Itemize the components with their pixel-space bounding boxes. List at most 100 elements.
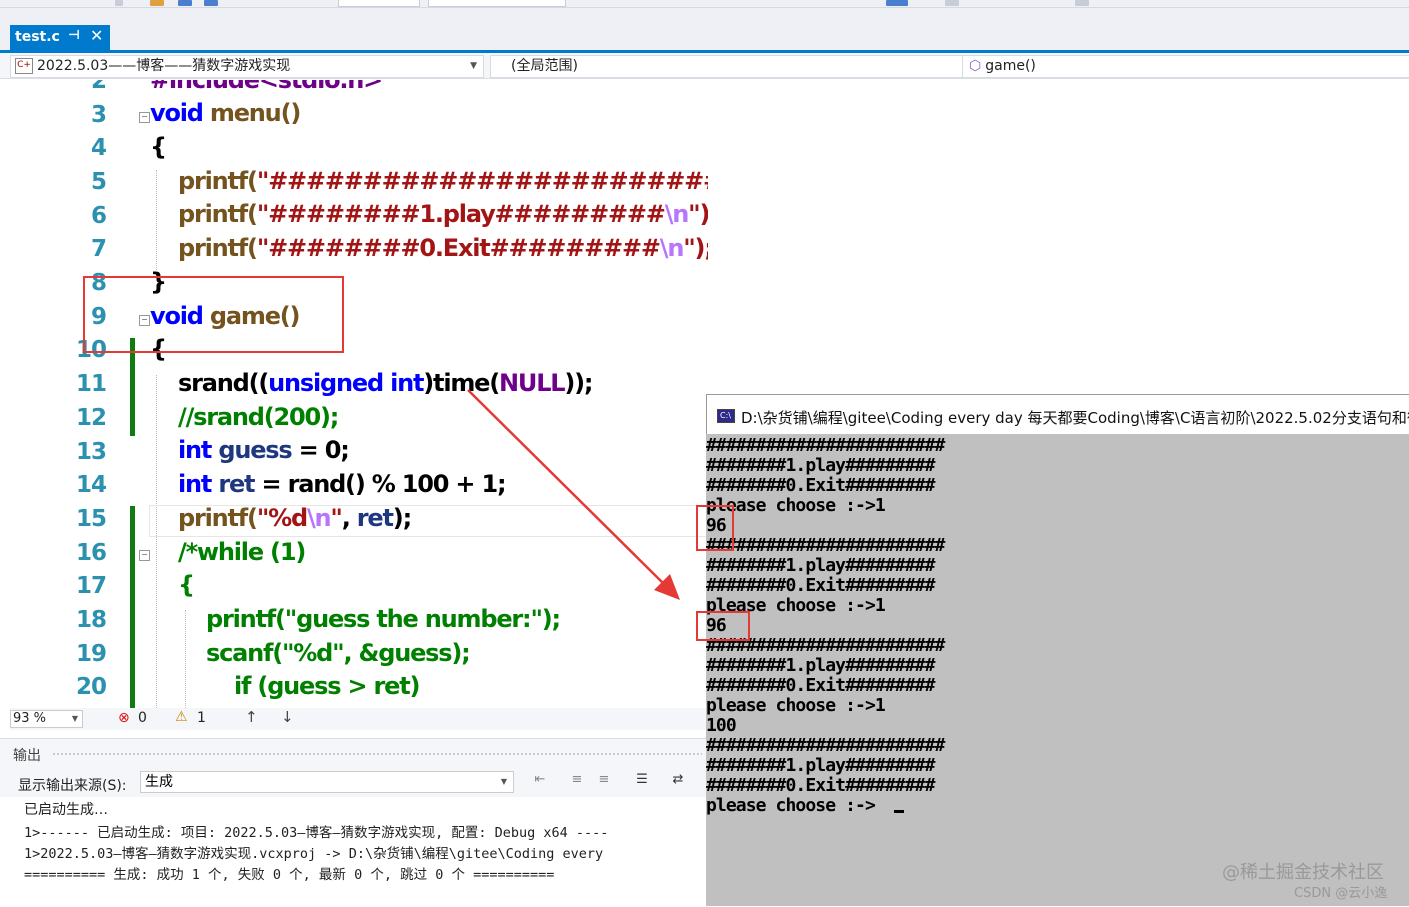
line-number: 15	[75, 506, 107, 532]
variable: guess	[211, 436, 292, 464]
console-line: ########0.Exit#########	[706, 575, 935, 596]
clear-all-icon[interactable]: ☰	[632, 772, 652, 792]
code-text: srand((	[178, 369, 269, 397]
pin-icon[interactable]: ⊣	[68, 28, 80, 43]
output-line: ========== 生成: 成功 1 个, 失败 0 个, 最新 0 个, 跳…	[24, 867, 555, 883]
tab-label: test.c	[15, 29, 60, 45]
code-text: ));	[564, 369, 593, 397]
watermark-juejin: @稀土掘金技术社区	[1222, 862, 1384, 883]
panel-grip[interactable]	[52, 752, 702, 757]
keyword: unsigned int	[268, 369, 424, 397]
navigation-bar: C+2022.5.03——博客——猜数字游戏实现 ▼ (全局范围) ▼ ⬡gam…	[0, 53, 1409, 79]
toolbar-icon[interactable]	[115, 0, 123, 6]
code-line-5: printf("########################\n");	[178, 167, 708, 195]
toolbar-icon[interactable]	[204, 0, 218, 6]
console-line: ########################	[706, 735, 945, 756]
toolbar-icon[interactable]	[945, 0, 959, 6]
cube-icon: ⬡	[969, 58, 982, 74]
code-line-11: srand((unsigned int)time(NULL));	[178, 369, 594, 397]
output-line: 已启动生成…	[24, 802, 108, 818]
string-literal: "########0.Exit#########	[256, 234, 661, 262]
project-dropdown[interactable]: C+ 2022.5.03——博客——猜数字游戏实现 ▼	[10, 55, 484, 78]
toolbar-icon[interactable]	[178, 0, 192, 6]
code-text: = rand() % 100 + 1;	[254, 470, 506, 498]
output-source-dropdown[interactable]: 生成 ▼	[140, 771, 514, 793]
keyword: void	[150, 99, 204, 127]
zoom-value: 93 %	[13, 711, 47, 726]
collapse-icon[interactable]: −	[139, 550, 150, 561]
code-line-18: printf("guess the number:");	[206, 605, 561, 633]
string-end: ");	[688, 200, 708, 228]
annotation-box-96-first	[696, 505, 734, 551]
output-source-label: 显示输出来源(S):	[18, 778, 127, 794]
line-number: 17	[75, 573, 107, 599]
toolbar-icon[interactable]	[886, 0, 908, 6]
console-cursor	[894, 810, 904, 813]
code-editor[interactable]: 2 3 4 5 6 7 8 9 10 11 12 13 14 15 16 17 …	[10, 80, 708, 708]
collapse-icon[interactable]: −	[139, 112, 150, 123]
line-number: 19	[75, 641, 107, 667]
output-source-value: 生成	[145, 774, 173, 790]
console-line: ########1.play#########	[706, 455, 935, 476]
toolbar-icon[interactable]	[1075, 0, 1089, 6]
function-name: printf(	[178, 504, 258, 532]
arrow-up-icon[interactable]: ↑	[245, 708, 258, 726]
toolbar	[0, 0, 1409, 8]
console-icon: C:\	[717, 409, 735, 423]
close-icon[interactable]: ✕	[90, 26, 103, 45]
toolbar-platform-dropdown[interactable]	[428, 0, 566, 7]
error-icon[interactable]: ⊗	[118, 710, 130, 726]
annotation-box-game	[83, 276, 344, 353]
tab-test-c[interactable]: test.c ⊣ ✕	[10, 25, 110, 50]
editor-status-bar: 93 % ▼ ⊗ 0 ⚠ 1 ↑ ↓	[10, 708, 708, 730]
function-name: menu()	[209, 99, 301, 127]
string-literal: "########1.play#########	[256, 200, 666, 228]
line-number: 11	[75, 371, 107, 397]
output-text-area[interactable]: 已启动生成… 1>------ 已启动生成: 项目: 2022.5.03—博客—…	[0, 797, 708, 907]
code-text: = 0;	[291, 436, 350, 464]
console-line: ########1.play#########	[706, 555, 935, 576]
console-line: please choose :->1	[706, 695, 886, 716]
indent-guide	[185, 610, 186, 708]
watermark-csdn: CSDN @云小逸	[1294, 886, 1388, 901]
arrow-down-icon[interactable]: ↓	[281, 708, 294, 726]
error-count: 0	[138, 710, 147, 726]
next-message-icon[interactable]: ≡	[594, 772, 614, 792]
output-line: 1>------ 已启动生成: 项目: 2022.5.03—博客—猜数字游戏实现…	[24, 825, 609, 841]
chevron-down-icon: ▼	[71, 714, 78, 723]
zoom-dropdown[interactable]: 93 % ▼	[10, 710, 83, 728]
prev-message-icon[interactable]: ≡	[567, 772, 587, 792]
project-icon: C+	[15, 58, 33, 74]
chevron-down-icon: ▼	[470, 61, 477, 71]
line-number: 6	[90, 203, 107, 229]
indent-guide	[156, 375, 157, 708]
line-number: 18	[75, 607, 107, 633]
line-number: 13	[75, 439, 107, 465]
variable: ret	[356, 504, 394, 532]
warning-icon[interactable]: ⚠	[175, 709, 188, 725]
console-title-bar[interactable]: C:\ D:\杂货铺\编程\gitee\Coding every day 每天都…	[706, 394, 1409, 434]
console-line: ########1.play#########	[706, 655, 935, 676]
string-end: ");	[683, 234, 708, 262]
member-dropdown[interactable]: ⬡ game()	[962, 55, 1409, 78]
code-text: )time(	[423, 369, 500, 397]
goto-error-icon[interactable]: ⇤	[530, 772, 550, 792]
code-line-3: void menu()	[150, 99, 301, 127]
string-literal: "%d	[256, 504, 308, 532]
escape-seq: \n	[664, 200, 690, 228]
output-panel: 输出 显示输出来源(S): 生成 ▼ ⇤ ≡ ≡ ☰ ⇄ 已启动生成… 1>---…	[0, 738, 708, 907]
line-number: 20	[75, 674, 107, 700]
project-name: 2022.5.03——博客——猜数字游戏实现	[37, 58, 291, 74]
toolbar-icon[interactable]	[150, 0, 164, 6]
tab-bar	[0, 8, 1409, 50]
toolbar-config-dropdown[interactable]	[338, 0, 420, 7]
keyword: int	[178, 436, 212, 464]
console-window[interactable]: C:\ D:\杂货铺\编程\gitee\Coding every day 每天都…	[706, 394, 1409, 906]
code-line-19: scanf("%d", &guess);	[206, 639, 471, 667]
console-line: ########0.Exit#########	[706, 775, 935, 796]
scope-dropdown[interactable]: (全局范围) ▼	[490, 55, 980, 78]
code-line-7: printf("########0.Exit#########\n");	[178, 234, 708, 262]
console-line: ########0.Exit#########	[706, 675, 935, 696]
line-number: 5	[90, 169, 107, 195]
word-wrap-icon[interactable]: ⇄	[668, 772, 688, 792]
